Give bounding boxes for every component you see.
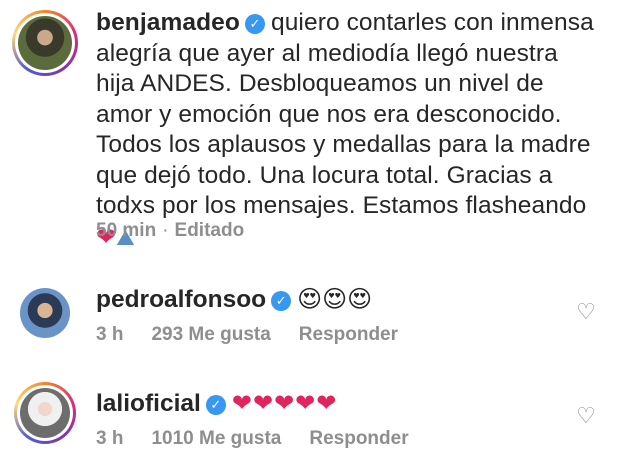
post-caption-text: quiero contarles con inmensa alegría que… (96, 9, 594, 219)
meta-separator: · (162, 220, 169, 241)
post-caption: benjamadeo ✓ quiero contarles con inmensa … (96, 8, 601, 254)
post-time: 50 min (96, 220, 157, 241)
post-meta: 50 min · Editado (96, 220, 272, 242)
reply-button[interactable]: Responder (299, 324, 398, 345)
comment-likes[interactable]: 293 Me gusta (151, 324, 270, 345)
comment-meta: 3 h 293 Me gusta Responder (96, 324, 426, 346)
post-avatar-ring[interactable] (12, 10, 78, 76)
verified-badge-icon: ✓ (271, 291, 292, 311)
comment-likes[interactable]: 1010 Me gusta (151, 428, 281, 449)
red-hearts-emoji: ❤❤❤❤❤ (231, 389, 338, 417)
post-username[interactable]: benjamadeo (96, 9, 240, 36)
comment-body: pedroalfonsoo ✓ 😍😍😍 (96, 284, 372, 315)
comment-avatar-ring[interactable] (14, 382, 76, 444)
verified-badge-icon: ✓ (244, 14, 265, 34)
comment-username[interactable]: lalioficial (96, 390, 201, 417)
comment-avatar[interactable] (20, 388, 70, 438)
post-edited-label: Editado (174, 220, 245, 241)
post-avatar[interactable] (18, 16, 72, 70)
heart-outline-icon[interactable]: ♡ (575, 405, 597, 427)
comment-time: 3 h (96, 428, 124, 449)
heart-eyes-emoji: 😍😍😍 (297, 285, 373, 313)
comment-body: lalioficial ✓ ❤❤❤❤❤ (96, 388, 337, 419)
comment-avatar[interactable] (20, 288, 70, 338)
heart-outline-icon[interactable]: ♡ (575, 301, 597, 323)
comment-meta: 3 h 1010 Me gusta Responder (96, 428, 437, 450)
comment-time: 3 h (96, 324, 124, 345)
verified-badge-icon: ✓ (205, 395, 226, 415)
reply-button[interactable]: Responder (309, 428, 408, 449)
comment-username[interactable]: pedroalfonsoo (96, 286, 266, 313)
